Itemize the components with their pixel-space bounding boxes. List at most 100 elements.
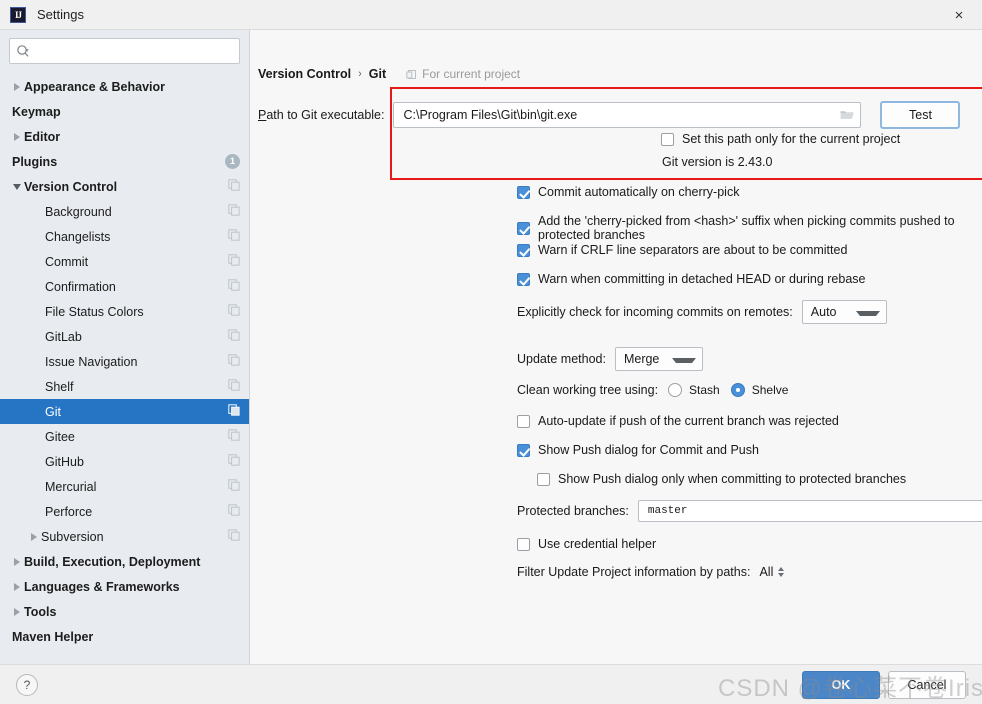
git-executable-path-input[interactable] <box>401 107 840 123</box>
checkbox-warn-detached-head[interactable] <box>517 273 530 286</box>
sidebar-item-editor[interactable]: Editor <box>0 124 249 149</box>
copy-settings-icon[interactable] <box>228 279 240 291</box>
sidebar-item-version-control[interactable]: Version Control <box>0 174 249 199</box>
folder-icon[interactable] <box>840 109 854 121</box>
sidebar-item-background[interactable]: Background <box>0 199 249 224</box>
set-path-project-only-checkbox[interactable] <box>661 133 674 146</box>
copy-settings-icon-wrap[interactable] <box>228 254 240 269</box>
copy-settings-icon[interactable] <box>228 304 240 316</box>
copy-settings-icon-wrap[interactable] <box>228 329 240 344</box>
checkbox-row-auto-update[interactable]: Auto-update if push of the current branc… <box>517 414 839 428</box>
copy-settings-icon-wrap[interactable] <box>228 354 240 369</box>
checkbox-cherry-picked-suffix[interactable] <box>517 222 530 235</box>
checkbox-auto-update[interactable] <box>517 415 530 428</box>
sidebar-item-keymap[interactable]: Keymap <box>0 99 249 124</box>
copy-settings-icon[interactable] <box>228 329 240 341</box>
sidebar-item-plugins[interactable]: Plugins1 <box>0 149 249 174</box>
sidebar-item-shelf[interactable]: Shelf <box>0 374 249 399</box>
chevron-down-icon[interactable] <box>12 181 24 193</box>
copy-settings-icon[interactable] <box>228 404 240 416</box>
search-input[interactable] <box>34 43 233 59</box>
copy-settings-icon-wrap[interactable] <box>228 504 240 519</box>
search-box[interactable] <box>9 38 240 64</box>
checkbox-credential-helper[interactable] <box>517 538 530 551</box>
copy-settings-icon[interactable] <box>228 254 240 266</box>
radio-stash[interactable] <box>668 383 682 397</box>
sidebar-item-gitlab[interactable]: GitLab <box>0 324 249 349</box>
help-icon[interactable]: ? <box>16 674 38 696</box>
radio-shelve[interactable] <box>731 383 745 397</box>
copy-settings-icon[interactable] <box>228 204 240 216</box>
git-executable-path-field[interactable] <box>393 102 861 128</box>
sidebar-item-languages-frameworks[interactable]: Languages & Frameworks <box>0 574 249 599</box>
copy-settings-icon[interactable] <box>228 504 240 516</box>
sidebar-item-gitee[interactable]: Gitee <box>0 424 249 449</box>
spinner-updown-icon[interactable] <box>778 567 784 577</box>
copy-settings-icon-wrap[interactable] <box>228 479 240 494</box>
checkbox-row-warn-detached-head[interactable]: Warn when committing in detached HEAD or… <box>517 272 865 286</box>
copy-settings-icon[interactable] <box>228 429 240 441</box>
copy-settings-icon-wrap[interactable] <box>228 429 240 444</box>
copy-settings-icon-wrap[interactable] <box>228 454 240 469</box>
sidebar-item-subversion[interactable]: Subversion <box>0 524 249 549</box>
chevron-right-icon[interactable] <box>12 556 24 568</box>
copy-settings-icon-wrap[interactable] <box>228 229 240 244</box>
copy-settings-icon-wrap[interactable] <box>228 404 240 419</box>
sidebar-item-appearance-behavior[interactable]: Appearance & Behavior <box>0 74 249 99</box>
sidebar-item-perforce[interactable]: Perforce <box>0 499 249 524</box>
copy-settings-icon-wrap[interactable] <box>228 304 240 319</box>
cancel-button[interactable]: Cancel <box>888 671 966 699</box>
update-method-label: Update method: <box>517 352 606 366</box>
checkbox-row-show-push-dialog-protected[interactable]: Show Push dialog only when committing to… <box>537 472 906 486</box>
protected-branches-field[interactable] <box>638 500 982 522</box>
sidebar-item-confirmation[interactable]: Confirmation <box>0 274 249 299</box>
checkbox-commit-auto-cherry-pick[interactable] <box>517 186 530 199</box>
sidebar-item-mercurial[interactable]: Mercurial <box>0 474 249 499</box>
incoming-commits-dropdown[interactable]: Auto <box>802 300 887 324</box>
breadcrumb-parent[interactable]: Version Control <box>258 67 351 81</box>
checkbox-show-push-dialog[interactable] <box>517 444 530 457</box>
sidebar-item-file-status-colors[interactable]: File Status Colors <box>0 299 249 324</box>
chevron-right-icon[interactable] <box>12 581 24 593</box>
sidebar-item-build-execution-deployment[interactable]: Build, Execution, Deployment <box>0 549 249 574</box>
protected-branches-input[interactable] <box>646 504 982 518</box>
checkbox-row-cherry-picked-suffix[interactable]: Add the 'cherry-picked from <hash>' suff… <box>517 214 982 242</box>
copy-settings-icon-wrap[interactable] <box>228 279 240 294</box>
sidebar-item-maven-helper[interactable]: Maven Helper <box>0 624 249 649</box>
copy-settings-icon[interactable] <box>228 479 240 491</box>
checkbox-show-push-dialog-protected[interactable] <box>537 473 550 486</box>
copy-settings-icon[interactable] <box>228 454 240 466</box>
filter-paths-row: Filter Update Project information by pat… <box>517 565 784 579</box>
checkbox-row-credential-helper[interactable]: Use credential helper <box>517 537 656 551</box>
set-path-project-only-checkbox-row[interactable]: Set this path only for the current proje… <box>661 132 900 146</box>
chevron-right-icon[interactable] <box>12 131 24 143</box>
copy-settings-icon[interactable] <box>228 229 240 241</box>
sidebar-item-commit[interactable]: Commit <box>0 249 249 274</box>
sidebar-item-tools[interactable]: Tools <box>0 599 249 624</box>
checkbox-row-commit-auto-cherry-pick[interactable]: Commit automatically on cherry-pick <box>517 185 739 199</box>
copy-settings-icon[interactable] <box>228 354 240 366</box>
sidebar-item-git[interactable]: Git <box>0 399 249 424</box>
chevron-right-icon[interactable] <box>12 81 24 93</box>
copy-settings-icon-wrap[interactable] <box>228 379 240 394</box>
copy-settings-icon-wrap[interactable] <box>228 204 240 219</box>
chevron-right-icon[interactable] <box>29 531 41 543</box>
update-method-dropdown[interactable]: Merge <box>615 347 703 371</box>
checkbox-row-show-push-dialog[interactable]: Show Push dialog for Commit and Push <box>517 443 759 457</box>
checkbox-warn-crlf[interactable] <box>517 244 530 257</box>
close-icon[interactable]: × <box>936 0 982 30</box>
test-button[interactable]: Test <box>880 101 960 129</box>
copy-settings-icon[interactable] <box>228 529 240 541</box>
chevron-right-icon[interactable] <box>12 606 24 618</box>
sidebar-item-github[interactable]: GitHub <box>0 449 249 474</box>
filter-paths-value-control[interactable]: All <box>759 565 784 579</box>
copy-settings-icon[interactable] <box>228 379 240 391</box>
copy-settings-icon[interactable] <box>228 179 240 191</box>
search-icon <box>16 44 30 58</box>
ok-button[interactable]: OK <box>802 671 880 699</box>
copy-settings-icon-wrap[interactable] <box>228 179 240 194</box>
sidebar-item-issue-navigation[interactable]: Issue Navigation <box>0 349 249 374</box>
copy-settings-icon-wrap[interactable] <box>228 529 240 544</box>
checkbox-row-warn-crlf[interactable]: Warn if CRLF line separators are about t… <box>517 243 847 257</box>
sidebar-item-changelists[interactable]: Changelists <box>0 224 249 249</box>
